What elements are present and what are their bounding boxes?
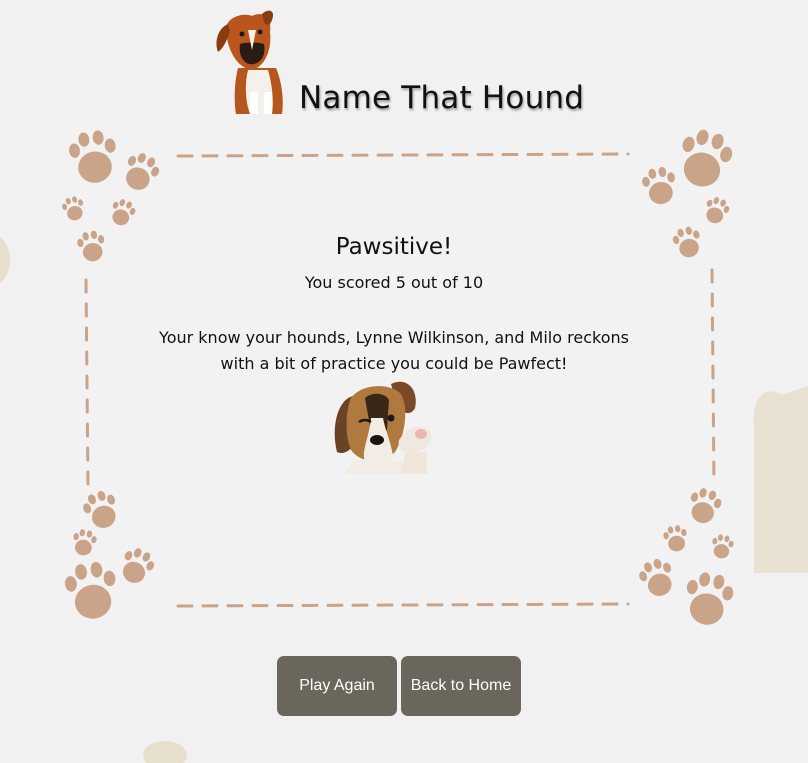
play-again-button[interactable]: Play Again [277, 656, 397, 716]
score-text: You scored 5 out of 10 [304, 273, 484, 292]
result-message: Your know your hounds, Lynne Wilkinson, … [159, 328, 629, 373]
background-blob-bottom [143, 741, 187, 763]
page-title: Name That Hound [299, 80, 585, 116]
winking-beagle-puppy-icon [334, 381, 432, 474]
header: Name That Hound [0, 0, 808, 120]
back-to-home-button[interactable]: Back to Home [401, 656, 521, 716]
results-card: Pawsitive! You scored 5 out of 10 Your k… [48, 120, 752, 650]
boxer-dog-icon [216, 10, 283, 114]
result-heading: Pawsitive! [335, 234, 453, 260]
background-blob-left [0, 236, 10, 284]
background-bone-shape [753, 386, 808, 573]
